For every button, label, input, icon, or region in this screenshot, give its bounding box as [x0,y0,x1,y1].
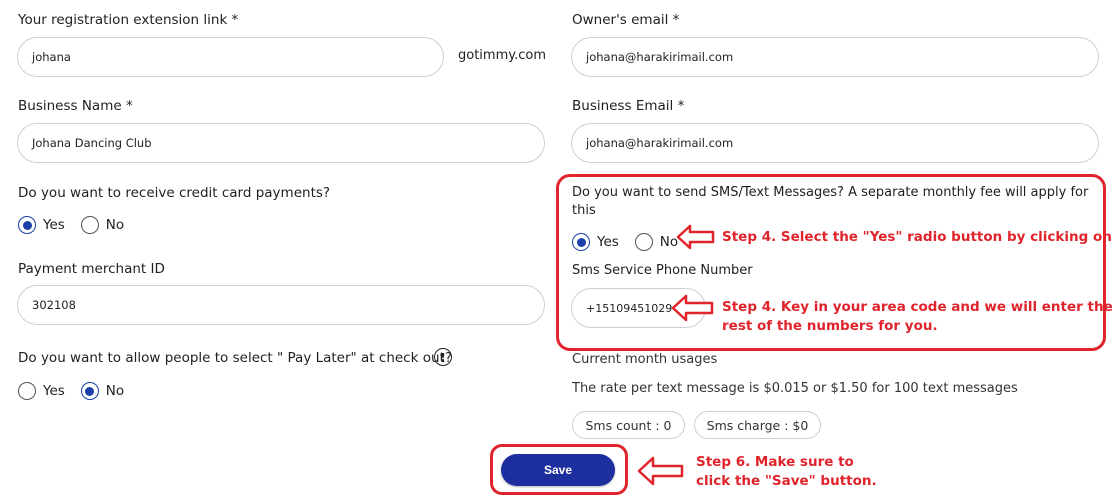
business-name-input[interactable]: Johana Dancing Club [17,123,545,163]
pay-later-radio-group: Yes No [18,382,140,400]
business-email-label: Business Email * [572,98,685,114]
info-icon[interactable]: ! [434,348,452,366]
step-save-annotation-line1: Step 6. Make sure to [696,454,854,470]
owner-email-label: Owner's email * [572,12,680,28]
domain-suffix: gotimmy.com [458,48,546,63]
sms-yes-label[interactable]: Yes [597,234,619,250]
pay-later-question: Do you want to allow people to select " … [18,350,452,366]
credit-card-no-label[interactable]: No [106,217,124,233]
credit-card-no-radio[interactable] [80,216,99,234]
business-email-input[interactable]: johana@harakirimail.com [571,123,1099,163]
sms-count-badge: Sms count : 0 [572,411,685,439]
sms-question-line1: Do you want to send SMS/Text Messages? A… [572,185,1089,200]
credit-card-yes-label[interactable]: Yes [43,217,65,233]
sms-charge-badge: Sms charge : $0 [694,411,821,439]
arrow-left-icon [676,224,715,250]
sms-question-line2: this [572,203,596,218]
credit-card-yes-radio[interactable] [18,216,36,234]
pay-later-no-radio[interactable] [80,382,99,400]
arrow-left-icon [637,456,684,486]
arrow-left-icon [671,294,714,322]
step-radio-annotation: Step 4. Select the "Yes" radio button by… [722,229,1112,245]
step-phone-annotation-line1: Step 4. Key in your area code and we wil… [722,299,1112,315]
step-phone-annotation-line2: rest of the numbers for you. [722,318,938,334]
registration-link-input[interactable]: johana [17,37,444,77]
pay-later-yes-label[interactable]: Yes [43,383,65,399]
save-button[interactable]: Save [501,454,615,486]
sms-no-radio[interactable] [634,233,653,251]
usage-title: Current month usages [572,352,718,367]
merchant-id-input[interactable]: 302108 [17,285,545,325]
sms-phone-label: Sms Service Phone Number [572,263,753,278]
registration-link-label: Your registration extension link * [18,12,239,28]
business-name-label: Business Name * [18,98,133,114]
sms-yes-radio[interactable] [572,233,590,251]
merchant-id-label: Payment merchant ID [18,261,165,277]
owner-email-input[interactable]: johana@harakirimail.com [571,37,1099,77]
credit-card-question: Do you want to receive credit card payme… [18,185,331,201]
usage-rate-text: The rate per text message is $0.015 or $… [572,381,1018,396]
credit-card-radio-group: Yes No [18,216,140,234]
pay-later-no-label[interactable]: No [106,383,124,399]
pay-later-yes-radio[interactable] [18,382,36,400]
step-save-annotation-line2: click the "Save" button. [696,473,877,489]
